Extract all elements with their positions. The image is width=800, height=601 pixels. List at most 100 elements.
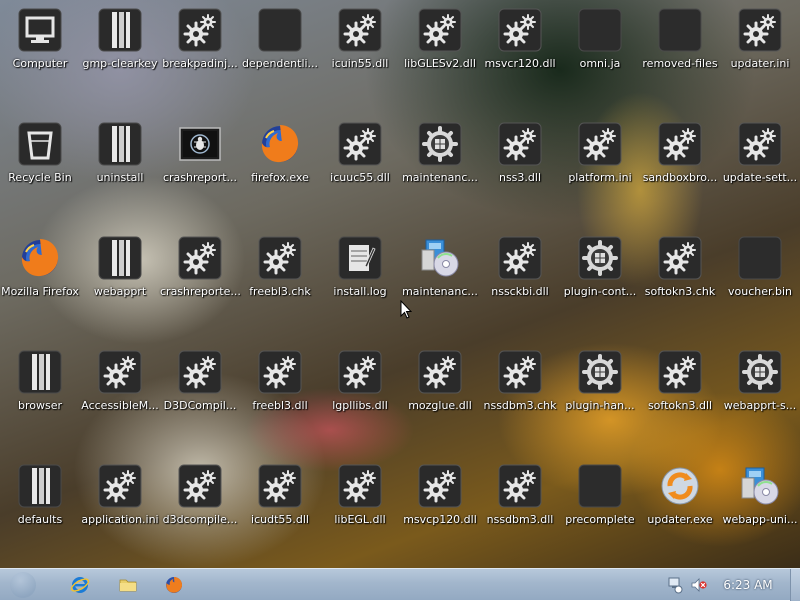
- desktop-icon[interactable]: webapprt: [80, 228, 160, 342]
- desktop-icon[interactable]: webapp-uni...: [720, 456, 800, 568]
- desktop-icon[interactable]: install.log: [320, 228, 400, 342]
- desktop-icon-label: plugin-han...: [565, 399, 635, 412]
- desktop-icon[interactable]: updater.ini: [720, 0, 800, 114]
- windows-gear-icon: [418, 122, 462, 166]
- settings-file-icon: [338, 122, 382, 166]
- volume-muted-icon[interactable]: [690, 576, 708, 594]
- desktop-icon[interactable]: nssdbm3.chk: [480, 342, 560, 456]
- bug-app-icon: [178, 122, 222, 166]
- network-icon[interactable]: [666, 576, 684, 594]
- settings-file-icon: [418, 8, 462, 52]
- desktop-icon[interactable]: nssdbm3.dll: [480, 456, 560, 568]
- desktop-icon[interactable]: uninstall: [80, 114, 160, 228]
- desktop-icon[interactable]: Recycle Bin: [0, 114, 80, 228]
- desktop-icon[interactable]: icuuc55.dll: [320, 114, 400, 228]
- desktop-icon[interactable]: update-sett...: [720, 114, 800, 228]
- desktop-icon[interactable]: plugin-cont...: [560, 228, 640, 342]
- desktop-icon[interactable]: crashreport...: [160, 114, 240, 228]
- desktop-icon[interactable]: Computer: [0, 0, 80, 114]
- desktop-icon[interactable]: platform.ini: [560, 114, 640, 228]
- folder-icon: [98, 236, 142, 280]
- desktop-icon[interactable]: omni.ja: [560, 0, 640, 114]
- settings-file-icon: [258, 464, 302, 508]
- desktop-icon-label: webapp-uni...: [722, 513, 798, 526]
- desktop-icon[interactable]: nss3.dll: [480, 114, 560, 228]
- desktop-icon[interactable]: D3DCompil...: [160, 342, 240, 456]
- desktop-icon[interactable]: softokn3.chk: [640, 228, 720, 342]
- settings-file-icon: [178, 464, 222, 508]
- firefox-taskbar-icon[interactable]: [162, 573, 186, 597]
- blank-file-icon: [738, 236, 782, 280]
- desktop-icon[interactable]: AccessibleM...: [80, 342, 160, 456]
- desktop-icon-label: libEGL.dll: [334, 513, 386, 526]
- desktop-icon-label: uninstall: [96, 171, 144, 184]
- desktop-icon-label: removed-files: [642, 57, 718, 70]
- settings-file-icon: [738, 122, 782, 166]
- desktop-icon-label: defaults: [17, 513, 63, 526]
- desktop-icon-label: sandboxbro...: [642, 171, 718, 184]
- settings-file-icon: [178, 236, 222, 280]
- desktop-icon[interactable]: Mozilla Firefox: [0, 228, 80, 342]
- desktop-icon[interactable]: libGLESv2.dll: [400, 0, 480, 114]
- desktop-icon[interactable]: softokn3.dll: [640, 342, 720, 456]
- desktop-icon[interactable]: msvcp120.dll: [400, 456, 480, 568]
- desktop-icon[interactable]: removed-files: [640, 0, 720, 114]
- start-button[interactable]: [10, 572, 36, 598]
- desktop-icon-label: crashreporte...: [160, 285, 241, 298]
- desktop-icon[interactable]: application.ini: [80, 456, 160, 568]
- desktop-icon[interactable]: d3dcompile...: [160, 456, 240, 568]
- desktop[interactable]: Computer gmp-clearkey breakpadinj... dep…: [0, 0, 800, 568]
- desktop-icon-label: plugin-cont...: [563, 285, 637, 298]
- desktop-icon[interactable]: mozglue.dll: [400, 342, 480, 456]
- desktop-icon-label: updater.exe: [647, 513, 713, 526]
- firefox-icon: [18, 236, 62, 280]
- desktop-icon[interactable]: crashreporte...: [160, 228, 241, 342]
- desktop-icon-label: msvcr120.dll: [484, 57, 556, 70]
- settings-file-icon: [658, 122, 702, 166]
- desktop-icon[interactable]: plugin-han...: [560, 342, 640, 456]
- updater-icon: [658, 464, 702, 508]
- desktop-icon-label: application.ini: [81, 513, 159, 526]
- settings-file-icon: [738, 8, 782, 52]
- desktop-icon-label: freebl3.dll: [252, 399, 308, 412]
- desktop-icon[interactable]: nssckbi.dll: [480, 228, 560, 342]
- desktop-icon-label: crashreport...: [162, 171, 238, 184]
- settings-file-icon: [498, 236, 542, 280]
- desktop-icon[interactable]: firefox.exe: [240, 114, 320, 228]
- desktop-icon[interactable]: maintenanc...: [400, 114, 480, 228]
- windows-gear-icon: [578, 236, 622, 280]
- desktop-icon[interactable]: icudt55.dll: [240, 456, 320, 568]
- desktop-icon[interactable]: voucher.bin: [720, 228, 800, 342]
- settings-file-icon: [98, 464, 142, 508]
- show-desktop-button[interactable]: [790, 569, 800, 601]
- folder-explorer-icon[interactable]: [116, 573, 140, 597]
- desktop-icon[interactable]: freebl3.dll: [240, 342, 320, 456]
- desktop-icon[interactable]: lgpllibs.dll: [320, 342, 400, 456]
- desktop-icon[interactable]: dependentli...: [240, 0, 320, 114]
- desktop-icon[interactable]: webapprt-s...: [720, 342, 800, 456]
- settings-file-icon: [418, 464, 462, 508]
- desktop-icon[interactable]: precomplete: [560, 456, 640, 568]
- desktop-icon-label: nssckbi.dll: [491, 285, 549, 298]
- desktop-icon[interactable]: defaults: [0, 456, 80, 568]
- settings-file-icon: [258, 350, 302, 394]
- settings-file-icon: [498, 122, 542, 166]
- settings-file-icon: [258, 236, 302, 280]
- desktop-icon[interactable]: sandboxbro...: [640, 114, 720, 228]
- desktop-icon-label: platform.ini: [568, 171, 632, 184]
- desktop-icon[interactable]: maintenanc...: [400, 228, 480, 342]
- desktop-icon[interactable]: icuin55.dll: [320, 0, 400, 114]
- settings-file-icon: [178, 8, 222, 52]
- folder-icon: [18, 464, 62, 508]
- folder-icon: [98, 8, 142, 52]
- internet-explorer-icon[interactable]: [68, 573, 92, 597]
- desktop-icon[interactable]: freebl3.chk: [240, 228, 320, 342]
- desktop-icon[interactable]: updater.exe: [640, 456, 720, 568]
- taskbar-clock[interactable]: 6:23 AM: [712, 578, 784, 592]
- desktop-icon-label: precomplete: [565, 513, 635, 526]
- desktop-icon[interactable]: libEGL.dll: [320, 456, 400, 568]
- desktop-icon[interactable]: browser: [0, 342, 80, 456]
- desktop-icon[interactable]: msvcr120.dll: [480, 0, 560, 114]
- desktop-icon[interactable]: breakpadinj...: [160, 0, 240, 114]
- desktop-icon[interactable]: gmp-clearkey: [80, 0, 160, 114]
